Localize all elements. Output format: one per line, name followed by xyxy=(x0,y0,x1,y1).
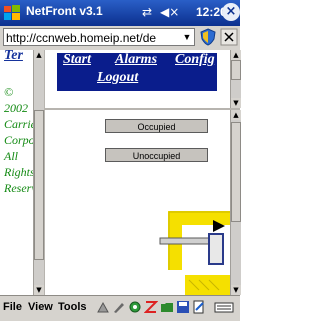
scroll-down-icon[interactable]: ▼ xyxy=(231,285,241,295)
settings-icon[interactable] xyxy=(128,300,142,314)
nav-frame: Start Alarms Config Logout xyxy=(45,50,230,108)
address-bar: http://ccnweb.homeip.net/de ▼ xyxy=(0,26,240,51)
nav-frame-scrollbar[interactable]: ▲ ▼ xyxy=(230,50,241,108)
nav-start-link[interactable]: Start xyxy=(63,52,91,68)
scroll-up-icon[interactable]: ▲ xyxy=(34,50,44,60)
windows-start-icon[interactable] xyxy=(3,4,21,22)
nav-config-link[interactable]: Config xyxy=(175,52,215,68)
menu-view[interactable]: View xyxy=(28,301,53,313)
url-text: http://ccnweb.homeip.net/de xyxy=(6,31,157,45)
nav-menu: Start Alarms Config Logout xyxy=(57,52,217,91)
main-frame-scrollbar[interactable]: ▲ ▼ xyxy=(230,110,241,295)
keyboard-icon[interactable] xyxy=(214,300,234,314)
connectivity-icon[interactable]: ⇄ xyxy=(142,5,152,19)
menu-tools[interactable]: Tools xyxy=(58,301,87,313)
folder-icon[interactable] xyxy=(160,300,174,314)
scroll-thumb[interactable] xyxy=(231,122,241,222)
z-icon[interactable] xyxy=(144,300,158,314)
scroll-down-icon[interactable]: ▼ xyxy=(34,285,44,295)
main-frame: Occupied Unoccupied xyxy=(45,110,230,295)
scroll-up-icon[interactable]: ▲ xyxy=(231,50,241,60)
equipment-graphic xyxy=(159,211,230,295)
nav-logout-link[interactable]: Logout xyxy=(97,70,138,86)
speaker-mute-icon[interactable]: ◀× xyxy=(160,5,179,19)
url-field[interactable]: http://ccnweb.homeip.net/de ▼ xyxy=(3,28,195,46)
edit-icon[interactable] xyxy=(192,300,206,314)
url-dropdown-button[interactable]: ▼ xyxy=(180,29,194,45)
triangle-icon[interactable] xyxy=(96,300,110,314)
app-title: NetFront v3.1 xyxy=(26,4,103,18)
save-icon[interactable] xyxy=(176,300,190,314)
security-shield-icon[interactable] xyxy=(199,28,217,46)
scroll-down-icon[interactable]: ▼ xyxy=(231,98,241,108)
left-frame-title-link[interactable]: Ter xyxy=(4,50,23,64)
stop-icon[interactable] xyxy=(220,28,238,46)
occupied-button[interactable]: Occupied xyxy=(105,119,208,133)
menu-file[interactable]: File xyxy=(3,301,22,313)
left-frame: Ter © 2002 Carrier Corporation All Right… xyxy=(0,50,33,295)
nav-alarms-link[interactable]: Alarms xyxy=(115,52,157,68)
scroll-thumb[interactable] xyxy=(34,110,44,260)
left-frame-scrollbar[interactable]: ▲ ▼ xyxy=(33,50,44,295)
scroll-thumb[interactable] xyxy=(231,60,241,80)
close-icon: × xyxy=(225,4,237,19)
close-button[interactable]: × xyxy=(222,3,240,21)
unoccupied-button[interactable]: Unoccupied xyxy=(105,148,208,162)
bottom-menu-bar: File View Tools xyxy=(0,295,240,321)
scroll-up-icon[interactable]: ▲ xyxy=(231,110,241,120)
pen-icon[interactable] xyxy=(112,300,126,314)
title-bar: NetFront v3.1 ⇄ ◀× 12:20 × xyxy=(0,0,240,26)
copyright-text: © 2002 Carrier Corporation All Rights Re… xyxy=(4,85,33,195)
